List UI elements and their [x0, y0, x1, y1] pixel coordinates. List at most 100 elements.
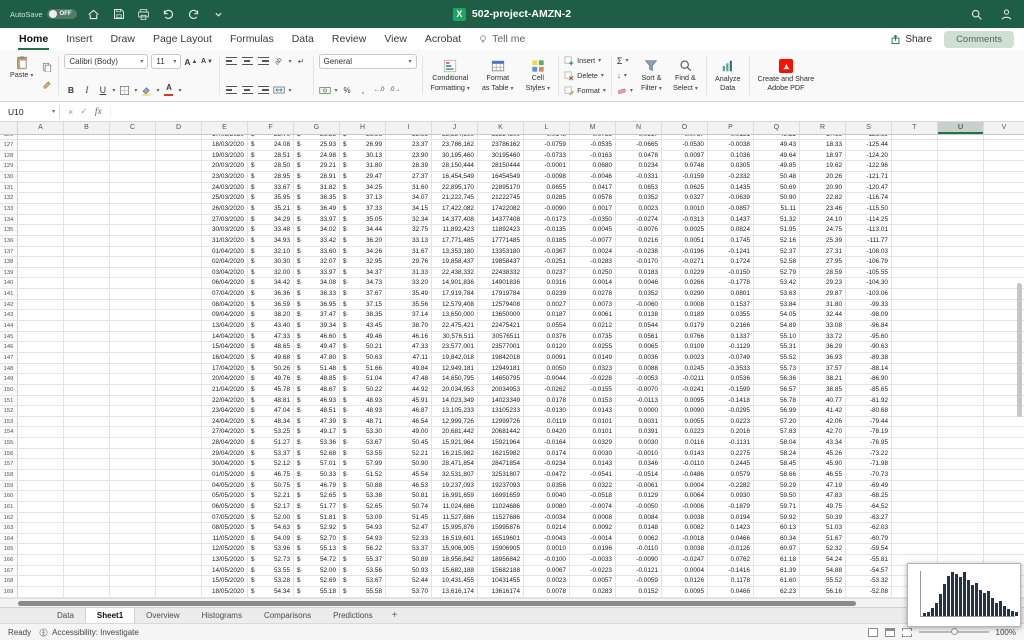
cell-G146[interactable]: $49.47 — [294, 342, 340, 352]
column-header-L[interactable]: L — [524, 122, 570, 134]
cell-C130[interactable] — [110, 172, 156, 182]
cell-A135[interactable] — [18, 225, 64, 235]
cell-F153[interactable]: $48.34 — [248, 416, 294, 427]
cell-Q129[interactable]: 49.85 — [754, 161, 800, 172]
cell-E151[interactable]: 22/04/2020 — [202, 395, 248, 406]
row-header-147[interactable]: 147 — [0, 352, 18, 363]
cell-D162[interactable] — [156, 512, 202, 523]
number-format-select[interactable]: General ▾ — [318, 54, 417, 69]
cell-S144[interactable]: -96.84 — [846, 321, 892, 331]
cell-M137[interactable]: 0.0024 — [570, 246, 616, 257]
cell-N168[interactable]: -0.0059 — [616, 576, 662, 587]
cell-U160[interactable] — [938, 491, 984, 501]
cell-U157[interactable] — [938, 459, 984, 469]
cell-S142[interactable]: -99.33 — [846, 299, 892, 310]
cell-F129[interactable]: $28.50 — [248, 161, 294, 172]
save-icon[interactable] — [111, 5, 127, 23]
cell-E164[interactable]: 11/05/2020 — [202, 533, 248, 544]
cell-B163[interactable] — [64, 523, 110, 533]
cell-L135[interactable]: -0.0135 — [524, 225, 570, 235]
cell-R168[interactable]: 55.52 — [800, 576, 846, 587]
cell-L151[interactable]: 0.0178 — [524, 395, 570, 406]
cell-G153[interactable]: $47.39 — [294, 416, 340, 427]
row-header-143[interactable]: 143 — [0, 310, 18, 321]
cell-C134[interactable] — [110, 214, 156, 225]
cell-H129[interactable]: $31.80 — [340, 161, 386, 172]
cell-E135[interactable]: 30/03/2020 — [202, 225, 248, 235]
cell-I154[interactable]: 49.00 — [386, 427, 432, 438]
cell-L144[interactable]: 0.0554 — [524, 321, 570, 331]
cell-U146[interactable] — [938, 342, 984, 352]
row-header-164[interactable]: 164 — [0, 533, 18, 544]
cell-A141[interactable] — [18, 289, 64, 299]
cell-Q135[interactable]: 51.95 — [754, 225, 800, 235]
cell-F166[interactable]: $52.73 — [248, 555, 294, 565]
cell-L158[interactable]: -0.0472 — [524, 470, 570, 480]
cell-H155[interactable]: $53.67 — [340, 438, 386, 448]
cell-B167[interactable] — [64, 565, 110, 576]
cell-L161[interactable]: 0.0080 — [524, 501, 570, 512]
cell-P143[interactable]: 0.0355 — [708, 310, 754, 321]
cell-F167[interactable]: $53.55 — [248, 565, 294, 576]
cell-M167[interactable]: -0.0223 — [570, 565, 616, 576]
cell-L152[interactable]: -0.0130 — [524, 406, 570, 416]
cell-H143[interactable]: $38.35 — [340, 310, 386, 321]
cell-C147[interactable] — [110, 352, 156, 363]
cell-R144[interactable]: 33.08 — [800, 321, 846, 331]
cell-T162[interactable] — [892, 512, 938, 523]
cell-H141[interactable]: $37.67 — [340, 289, 386, 299]
cell-I165[interactable]: 53.37 — [386, 544, 432, 555]
cell-T128[interactable] — [892, 150, 938, 161]
cell-G141[interactable]: $36.33 — [294, 289, 340, 299]
cell-P168[interactable]: 0.1178 — [708, 576, 754, 587]
cell-I146[interactable]: 47.33 — [386, 342, 432, 352]
row-header-163[interactable]: 163 — [0, 523, 18, 533]
cell-S132[interactable]: -116.74 — [846, 193, 892, 203]
cell-M153[interactable]: 0.0101 — [570, 416, 616, 427]
cell-B165[interactable] — [64, 544, 110, 555]
cell-M127[interactable]: -0.0535 — [570, 140, 616, 150]
cell-S126[interactable]: -126.69 — [846, 135, 892, 140]
cell-G165[interactable]: $55.13 — [294, 544, 340, 555]
cell-O132[interactable]: 0.0327 — [662, 193, 708, 203]
cell-D165[interactable] — [156, 544, 202, 555]
column-header-U[interactable]: U — [938, 122, 984, 134]
column-header-A[interactable]: A — [18, 122, 64, 134]
find-select-button[interactable]: Find & Select ▾ — [670, 57, 701, 93]
cell-G167[interactable]: $52.00 — [294, 565, 340, 576]
cell-J153[interactable]: 12,999,726 — [432, 416, 478, 427]
cell-D137[interactable] — [156, 246, 202, 257]
cell-P153[interactable]: 0.0223 — [708, 416, 754, 427]
cell-U139[interactable] — [938, 267, 984, 278]
cell-F163[interactable]: $54.63 — [248, 523, 294, 533]
cell-Q134[interactable]: 51.32 — [754, 214, 800, 225]
cell-B156[interactable] — [64, 448, 110, 459]
cell-E131[interactable]: 24/03/2020 — [202, 182, 248, 193]
cell-T127[interactable] — [892, 140, 938, 150]
cell-L166[interactable]: -0.0100 — [524, 555, 570, 565]
cell-S137[interactable]: -108.03 — [846, 246, 892, 257]
cell-N144[interactable]: 0.0544 — [616, 321, 662, 331]
cell-A149[interactable] — [18, 374, 64, 384]
cell-U142[interactable] — [938, 299, 984, 310]
cell-E155[interactable]: 28/04/2020 — [202, 438, 248, 448]
cell-M160[interactable]: -0.0518 — [570, 491, 616, 501]
cell-L168[interactable]: 0.0023 — [524, 576, 570, 587]
cell-K138[interactable]: 19858437 — [478, 257, 524, 267]
cell-L132[interactable]: 0.0285 — [524, 193, 570, 203]
borders-icon[interactable] — [118, 83, 131, 97]
cell-E146[interactable]: 15/04/2020 — [202, 342, 248, 352]
cell-M148[interactable]: 0.0323 — [570, 363, 616, 374]
cell-M140[interactable]: 0.0014 — [570, 278, 616, 289]
cell-K139[interactable]: 22438332 — [478, 267, 524, 278]
decrease-decimal-icon[interactable]: .0→ — [389, 83, 402, 97]
cell-N163[interactable]: 0.0148 — [616, 523, 662, 533]
cell-N133[interactable]: 0.0023 — [616, 203, 662, 214]
cell-C157[interactable] — [110, 459, 156, 469]
cell-P136[interactable]: 0.1745 — [708, 235, 754, 246]
cell-D160[interactable] — [156, 491, 202, 501]
cell-G160[interactable]: $52.65 — [294, 491, 340, 501]
cell-M131[interactable]: 0.0417 — [570, 182, 616, 193]
cell-S135[interactable]: -113.01 — [846, 225, 892, 235]
cell-O144[interactable]: 0.0179 — [662, 321, 708, 331]
